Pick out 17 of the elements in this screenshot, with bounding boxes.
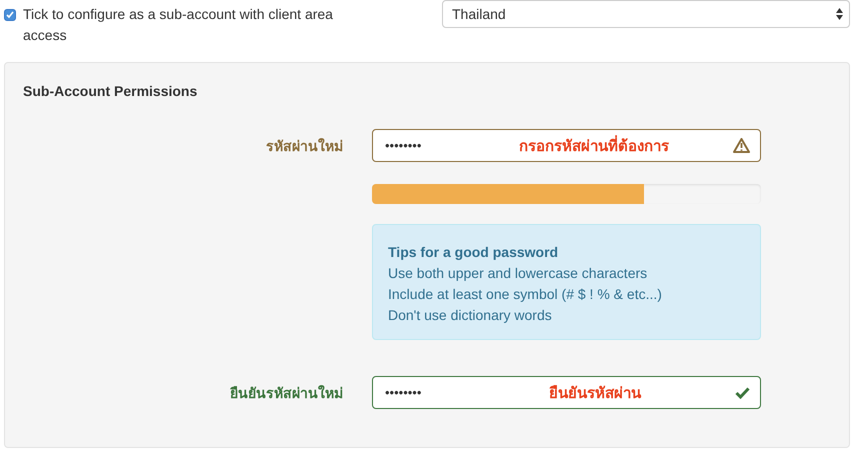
field-annotation: ยืนยันรหัสผ่าน xyxy=(548,384,642,404)
checkbox-label: Tick to configure as a sub-account with client area access xyxy=(23,5,334,45)
panel-title: Sub-Account Permissions xyxy=(23,83,198,99)
country-select[interactable]: Thailand xyxy=(442,0,850,28)
field-label: รหัสผ่านใหม่ xyxy=(265,136,343,156)
checkbox[interactable] xyxy=(4,9,16,21)
field-label: ยืนยันรหัสผ่านใหม่ xyxy=(229,384,343,402)
tips-title: Tips for a good password xyxy=(388,243,560,262)
password-field[interactable]: •••••••• ยืนยันรหัสผ่าน xyxy=(372,376,761,409)
tip-text: Don't use dictionary words xyxy=(388,306,553,325)
tip-text: Use both upper and lowercase characters xyxy=(388,264,648,283)
warning-icon xyxy=(733,138,750,153)
password-field[interactable]: •••••••• กรอกรหัสผ่านที่ต้องการ xyxy=(372,129,761,162)
tip-text: Include at least one symbol (# $ ! % & etc...) xyxy=(388,285,663,304)
check-icon xyxy=(735,386,750,398)
field-annotation: กรอกรหัสผ่านที่ต้องการ xyxy=(485,134,703,158)
select-arrows-icon xyxy=(836,8,843,20)
